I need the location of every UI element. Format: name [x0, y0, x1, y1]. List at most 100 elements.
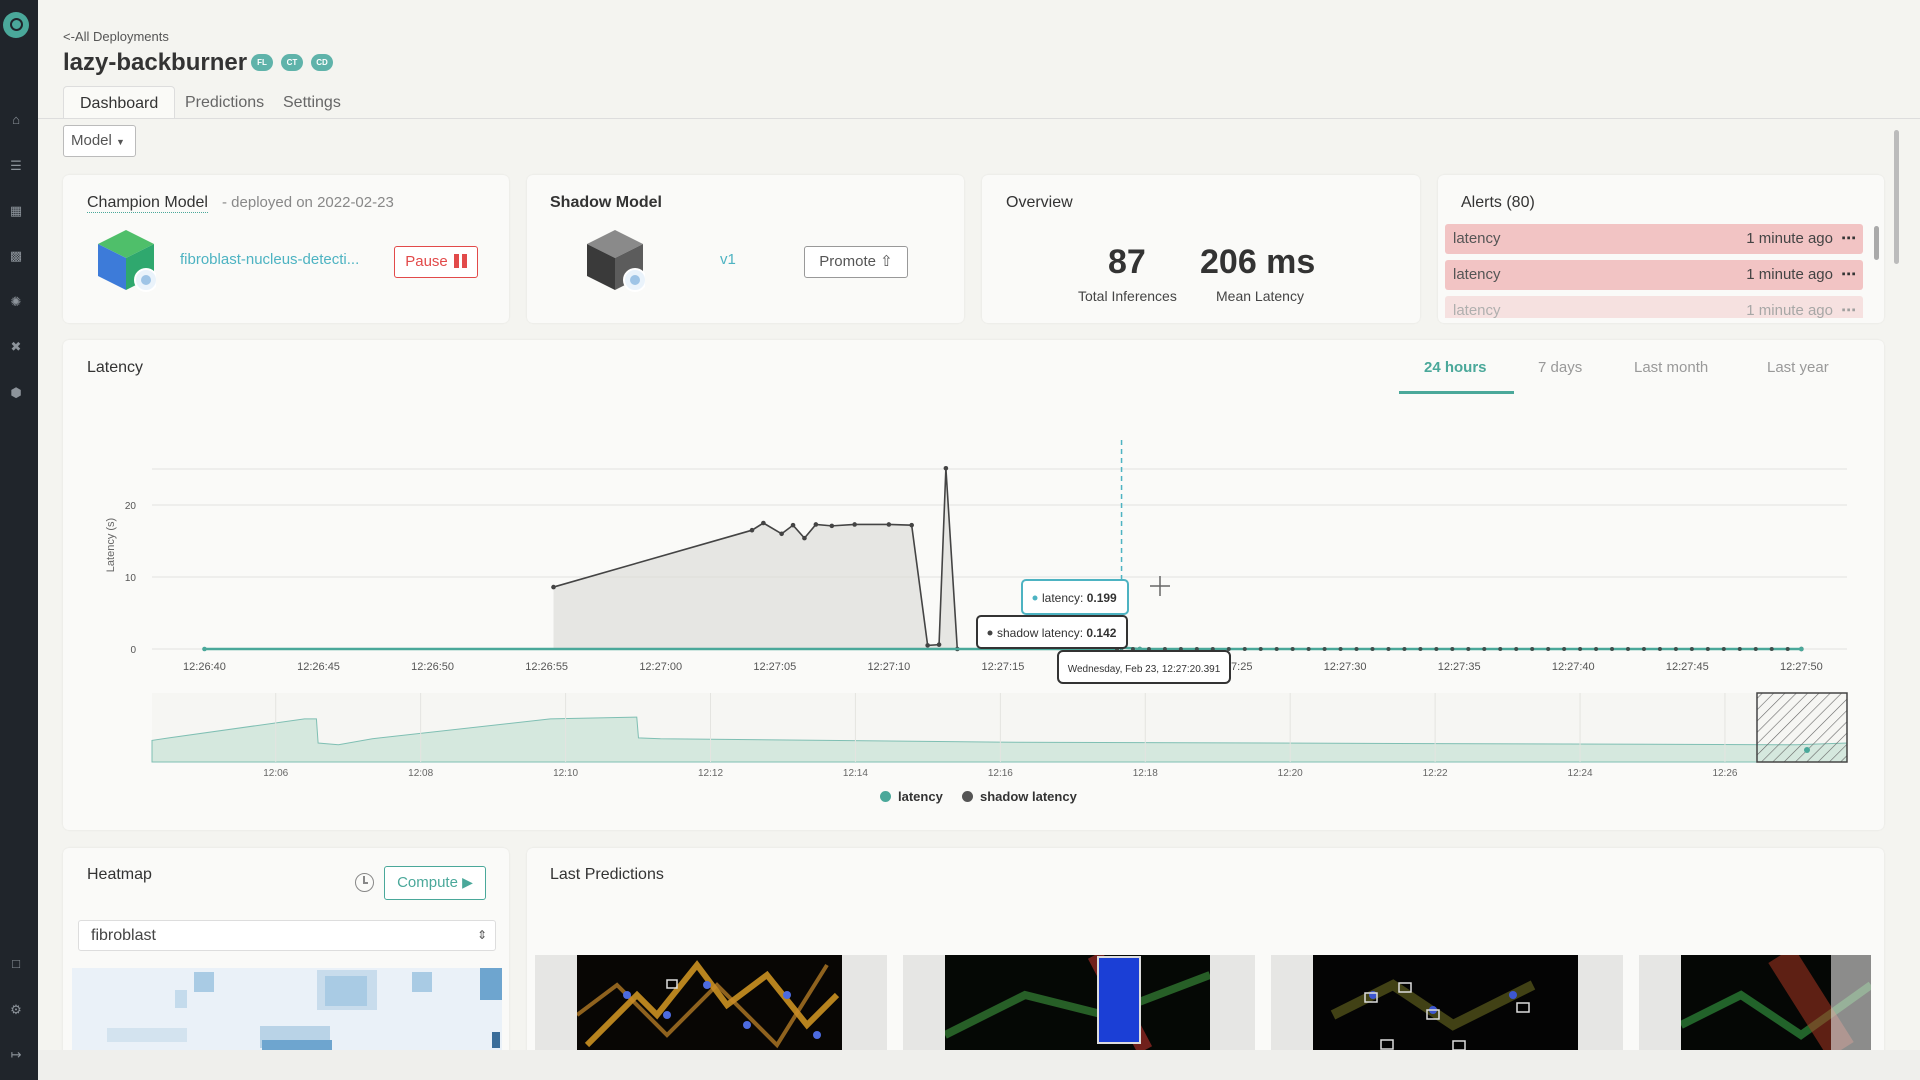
baseline-point: [1721, 647, 1726, 651]
navigator-tick-label: 12:16: [988, 768, 1013, 779]
shadow-latency-area: [553, 468, 1802, 649]
x-tick-label: 12:27:10: [867, 661, 910, 673]
legend-latency[interactable]: latency: [880, 789, 943, 804]
x-tick-label: 12:26:55: [525, 661, 568, 673]
baseline-point: [1594, 647, 1599, 651]
tooltip-shadow-value: 0.142: [1086, 626, 1116, 640]
shadow-latency-point: [761, 520, 766, 526]
baseline-point: [1562, 647, 1567, 651]
select-arrows-icon: ⇕: [476, 928, 487, 942]
play-icon: ▶: [462, 874, 473, 890]
heatmap-title: Heatmap: [87, 866, 152, 883]
tooltip-shadow-label: shadow latency:: [997, 626, 1083, 640]
baseline-point: [1226, 647, 1231, 651]
shadow-latency-point: [779, 531, 784, 537]
baseline-point: [1610, 647, 1615, 651]
prediction-thumbnail[interactable]: [1271, 955, 1623, 1050]
x-tick-label: 12:26:50: [411, 661, 454, 673]
y-axis-ticks: 0 10 20: [125, 501, 137, 656]
shadow-latency-point: [790, 522, 796, 528]
baseline-point: [1689, 647, 1694, 651]
shadow-latency-point: [909, 522, 914, 528]
baseline-point: [1737, 647, 1742, 651]
navigator-selection-window: [1756, 692, 1848, 763]
cursor-move-icon: [1150, 576, 1170, 596]
x-tick-label: 12:27:30: [1324, 661, 1367, 673]
baseline-point: [1322, 647, 1327, 651]
last-predictions-title: Last Predictions: [550, 866, 664, 883]
navigator-tick-label: 12:22: [1423, 768, 1448, 779]
shadow-latency-point: [813, 522, 819, 527]
page-footer: [38, 1050, 1920, 1080]
latency-point: [1799, 646, 1804, 652]
svg-text:shadow latency: 0.142: shadow latency: 0.142: [997, 626, 1117, 640]
baseline-point: [1578, 647, 1583, 651]
navigator-point: [1804, 747, 1810, 753]
range-navigator[interactable]: 12:06 12:08 12:10 12:12 12:14 12:16 12:18 12:20…: [151, 692, 1848, 779]
timestamp-tooltip: Wednesday, Feb 23, 12:27:20.391: [1057, 650, 1231, 684]
baseline-point: [1402, 647, 1407, 651]
navigator-tick-label: 12:20: [1278, 768, 1303, 779]
prediction-image: [1681, 955, 1871, 1050]
prediction-thumbnail[interactable]: [535, 955, 887, 1050]
heatmap-image: [72, 968, 502, 1050]
baseline-point: [1498, 647, 1503, 651]
baseline-point: [1274, 647, 1279, 651]
x-tick-label: 12:27:05: [753, 661, 796, 673]
baseline-point: [1546, 647, 1551, 651]
tooltip-latency-value: 0.199: [1087, 591, 1117, 605]
navigator-tick-label: 12:14: [843, 768, 868, 779]
prediction-image: [945, 955, 1210, 1050]
x-tick-label: 12:27:15: [982, 661, 1025, 673]
x-tick-label: 12:27:40: [1552, 661, 1595, 673]
y-tick-label: 0: [130, 645, 136, 656]
baseline-point: [1514, 647, 1519, 651]
shadow-latency-point: [852, 522, 857, 527]
x-tick-label: 12:27:50: [1780, 661, 1823, 673]
heatmap-class-select[interactable]: fibroblast ⇕: [78, 920, 496, 951]
baseline-point: [1705, 647, 1710, 651]
latency-tooltip: latency: 0.199: [1021, 579, 1129, 615]
legend-shadow-swatch: [962, 791, 973, 802]
prediction-image: [577, 955, 842, 1050]
shadow-latency-tooltip: shadow latency: 0.142: [976, 615, 1128, 649]
baseline-point: [1434, 647, 1439, 651]
heatmap-select-value: fibroblast: [91, 927, 156, 944]
prediction-thumbnail[interactable]: [1639, 955, 1871, 1050]
navigator-tick-label: 12:08: [408, 768, 433, 779]
baseline-point: [1769, 647, 1774, 651]
baseline-point: [1785, 647, 1790, 651]
y-axis-label: Latency (s): [105, 518, 117, 572]
x-axis-ticks: 12:26:40 12:26:45 12:26:50 12:26:55 12:27:00…: [183, 661, 1823, 673]
legend-latency-swatch: [880, 791, 891, 802]
clock-icon[interactable]: [355, 873, 374, 892]
baseline-point: [1258, 647, 1263, 651]
latency-point: [202, 646, 207, 652]
baseline-point: [1290, 647, 1295, 651]
prediction-thumbnail[interactable]: [903, 955, 1255, 1050]
baseline-point: [1530, 647, 1535, 651]
legend-shadow-latency[interactable]: shadow latency: [962, 789, 1077, 804]
baseline-point: [1386, 647, 1391, 651]
baseline-point: [1450, 647, 1455, 651]
shadow-latency-point: [925, 643, 930, 648]
navigator-tick-label: 12:06: [263, 768, 288, 779]
prediction-image: [1313, 955, 1578, 1050]
baseline-point: [1354, 647, 1359, 651]
shadow-latency-point: [551, 584, 556, 590]
navigator-tick-label: 12:10: [553, 768, 578, 779]
shadow-latency-point: [829, 523, 835, 529]
legend-shadow-label: shadow latency: [980, 789, 1077, 804]
baseline-point: [1466, 647, 1471, 651]
baseline-point: [1641, 647, 1646, 651]
shadow-latency-point: [749, 527, 755, 533]
baseline-point: [1242, 647, 1247, 651]
compute-button[interactable]: Compute ▶: [384, 866, 486, 900]
svg-text:latency: 0.199: latency: 0.199: [1042, 591, 1117, 605]
baseline-point: [1657, 647, 1662, 651]
baseline-point: [1482, 647, 1487, 651]
baseline-point: [1338, 647, 1343, 651]
shadow-latency-point: [802, 535, 807, 541]
x-tick-label: 12:27:45: [1666, 661, 1709, 673]
baseline-point: [1418, 647, 1423, 651]
